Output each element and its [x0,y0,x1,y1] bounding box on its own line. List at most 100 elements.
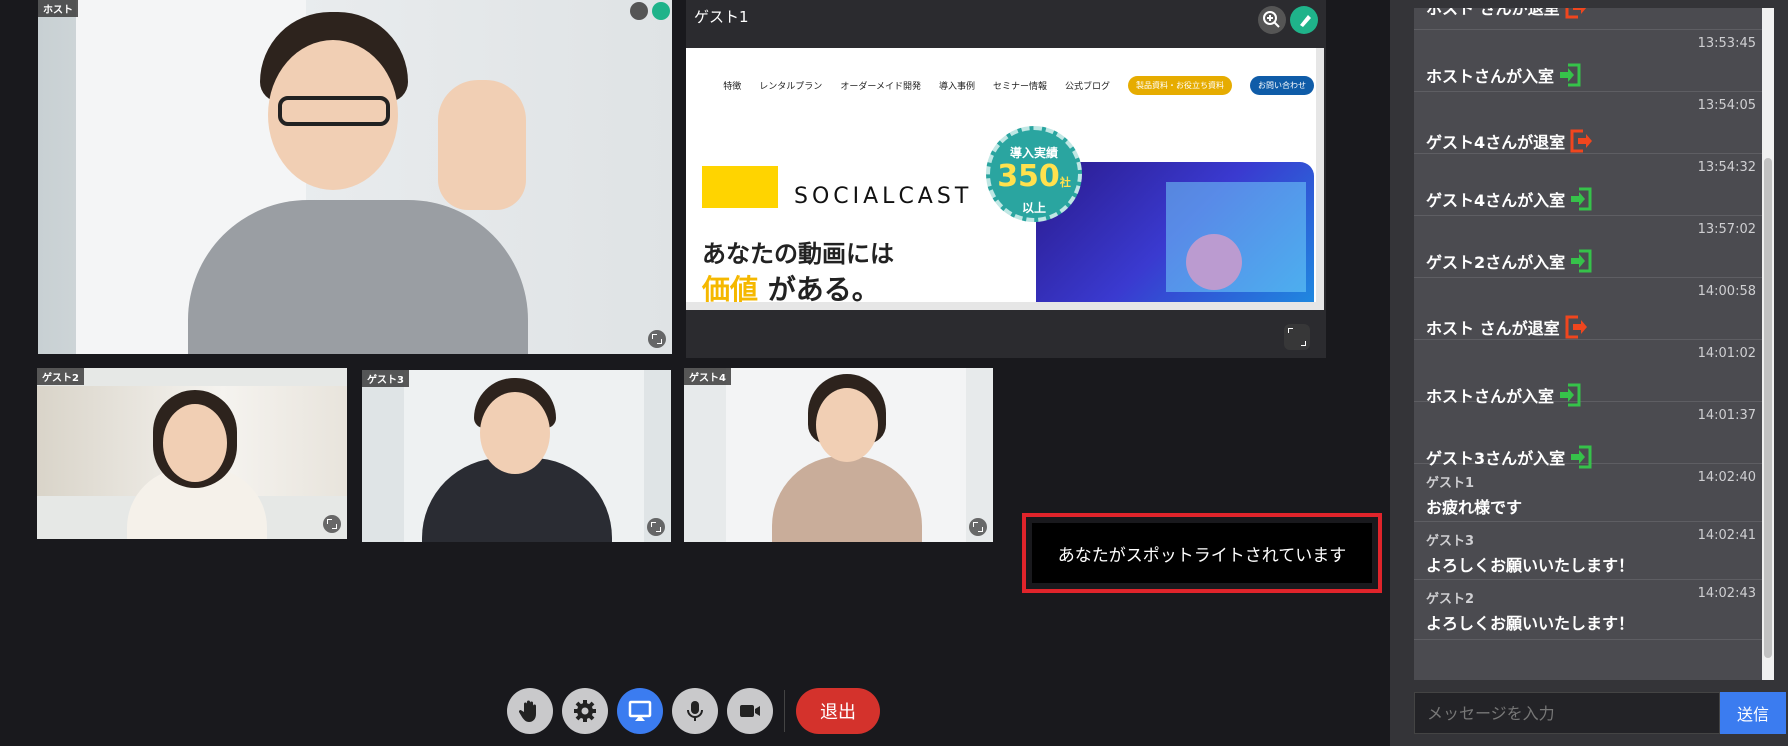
system-text: ホスト さんが退室 [1426,314,1588,340]
guest2-face [163,404,227,482]
zoom-icon[interactable] [1258,6,1286,34]
enter-door-icon [1571,249,1592,273]
system-text-label: ゲスト4さんが入室 [1426,191,1566,210]
web-scrollbar-horizontal[interactable] [686,302,1324,310]
send-button[interactable]: 送信 [1720,692,1786,734]
expand-icon[interactable] [648,330,666,348]
system-message: 14:01:02 ホストさんが入室 [1414,340,1762,407]
system-text: ホストさんが入室 [1426,62,1582,88]
web-nav: 特徴 レンタルプラン オーダーメイド開発 導入事例 セミナー情報 公式ブログ 製… [723,76,1314,95]
message-sender: ゲスト2 [1426,592,1475,607]
cast-icon [628,700,652,721]
tile-label: ゲスト2 [37,368,84,385]
system-message: 14:00:58 ホスト さんが退室 [1414,278,1762,340]
message-text: お疲れ様です [1426,498,1523,517]
raise-hand-button[interactable] [507,688,553,734]
message-sender: ゲスト3 [1426,534,1475,549]
expand-icon[interactable] [647,518,665,536]
system-message: 13:57:02 ゲスト2さんが入室 [1414,216,1762,278]
host-body [188,200,528,354]
chat-message: 14:02:43 ゲスト2 よろしくお願いいたします！ [1414,580,1762,640]
hero-line-1: あなたの動画には [702,240,894,268]
message-text: よろしくお願いいたします！ [1426,614,1635,633]
message-time: 14:02:41 [1697,528,1756,543]
nav-item: 特徴 [723,82,742,92]
system-text: ゲスト2さんが入室 [1426,248,1593,274]
chat-panel: 13:53:42ホスト さんが退室 13:53:45 ホストさんが入室 13:54:0… [1390,0,1788,746]
badge-unit: 社 [1059,176,1071,189]
system-text-label: ホストさんが入室 [1426,67,1555,86]
screen-share-tile[interactable]: ゲスト1 特徴 レンタルプラン オーダーメイド開発 導入事例 セミナー情報 公式… [686,0,1326,358]
video-tile-guest2[interactable]: ゲスト2 [37,368,347,539]
chat-message: 14:02:41 ゲスト3 よろしくお願いいたします！ [1414,522,1762,580]
web-scrollbar-vertical[interactable] [1316,48,1324,310]
enter-door-icon [1560,63,1581,87]
cube-shape [1166,182,1306,292]
logo-mark [702,166,778,208]
hand-icon [518,700,536,722]
call-toolbar: 退出 [0,676,1388,746]
message-time: 14:02:43 [1697,586,1756,601]
message-time: 13:54:05 [1697,98,1756,113]
host-hand [438,80,526,210]
message-time: 13:57:02 [1697,222,1756,237]
system-message: 13:53:42ホスト さんが退室 [1414,8,1762,30]
enter-door-icon [1571,187,1592,211]
share-title: ゲスト1 [694,8,749,26]
exit-door-icon [1565,315,1587,339]
message-time: 13:53:45 [1697,36,1756,51]
nav-item: オーダーメイド開発 [840,82,921,92]
message-time: 14:01:37 [1697,408,1756,423]
guest4-face [816,388,878,462]
expand-icon[interactable] [969,518,987,536]
nav-item: 公式ブログ [1064,82,1110,92]
badge-num: 350 [997,159,1060,194]
pen-icon[interactable] [1290,6,1318,34]
system-text: ホスト さんが退室 [1426,8,1588,20]
achievement-badge: 導入実績 350社 以上 [986,126,1082,222]
message-text: よろしくお願いいたします！ [1426,556,1635,575]
tile-label: ゲスト3 [362,370,409,387]
message-time: 13:54:32 [1697,160,1756,175]
message-input[interactable] [1414,692,1720,734]
video-tile-host[interactable]: ホスト [38,0,672,354]
system-text-label: ホスト さんが退室 [1426,319,1560,338]
cta-contact: お問い合わせ [1250,76,1314,95]
video-stage: ホスト ゲスト1 特徴 レンタルプラン オーダーメイド開発 導入事例 セミナー情… [0,0,1390,676]
pen-icon[interactable] [652,2,670,20]
exit-button[interactable]: 退出 [796,688,880,734]
microphone-button[interactable] [672,688,718,734]
screen-share-button[interactable] [617,688,663,734]
system-text: ゲスト4さんが入室 [1426,186,1593,212]
system-message: 13:53:45 ホストさんが入室 [1414,30,1762,92]
settings-button[interactable] [562,688,608,734]
fullscreen-icon[interactable] [1284,324,1310,350]
message-time: 14:02:40 [1697,470,1756,485]
glasses [278,96,390,126]
tile-label: ゲスト4 [684,368,731,385]
system-message: 13:54:05 ゲスト4さんが退室 [1414,92,1762,154]
shared-webpage: 特徴 レンタルプラン オーダーメイド開発 導入事例 セミナー情報 公式ブログ 製… [686,48,1324,310]
chat-message-list[interactable]: 13:53:42ホスト さんが退室 13:53:45 ホストさんが入室 13:54:0… [1414,8,1774,680]
badge-number: 350社 [990,161,1078,199]
chat-scrollbar[interactable] [1762,8,1774,680]
system-text: ゲスト4さんが退室 [1426,128,1593,154]
video-tile-guest4[interactable]: ゲスト4 [684,368,993,542]
tile-label: ホスト [38,0,78,17]
system-text-label: ホスト さんが退室 [1426,8,1560,18]
zoom-icon[interactable] [630,2,648,20]
message-time: 14:01:02 [1697,346,1756,361]
exit-door-icon [1565,8,1586,19]
video-camera-icon [740,705,760,717]
system-text-label: ゲスト2さんが入室 [1426,253,1566,272]
expand-icon[interactable] [323,515,341,533]
chat-scrollbar-thumb[interactable] [1764,158,1772,658]
video-tile-guest3[interactable]: ゲスト3 [362,370,671,542]
spotlight-text: あなたがスポットライトされています [1032,523,1372,583]
cta-resources: 製品資料・お役立ち資料 [1128,76,1232,95]
nav-item: レンタルプラン [759,82,823,92]
system-message: 14:01:37 ゲスト3さんが入室 [1414,402,1762,469]
nav-item: 導入事例 [938,82,975,92]
camera-button[interactable] [727,688,773,734]
system-text-label: ゲスト4さんが退室 [1426,133,1566,152]
